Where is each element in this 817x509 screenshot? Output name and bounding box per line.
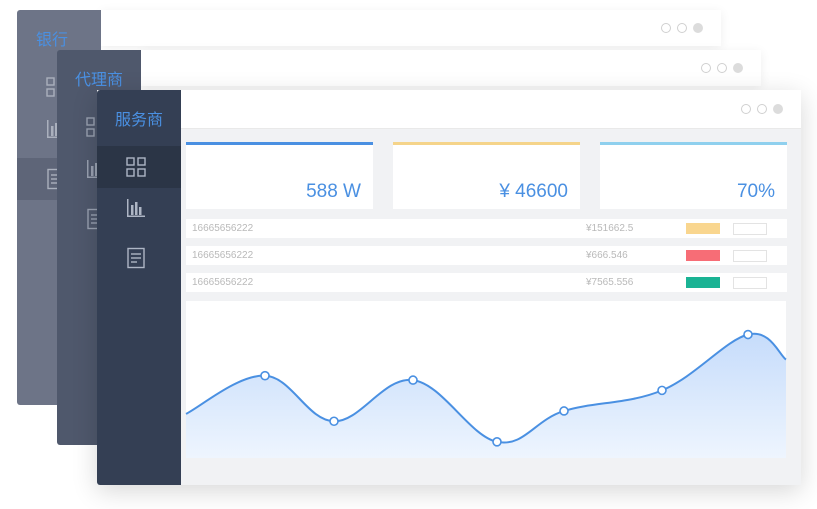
bank-title: 银行 xyxy=(36,32,69,49)
chart-point[interactable] xyxy=(657,385,667,396)
window-controls xyxy=(701,63,743,73)
window-dot[interactable] xyxy=(717,63,727,73)
stat-value: 588 W xyxy=(306,181,361,202)
window-dot[interactable] xyxy=(733,63,743,73)
chart-point[interactable] xyxy=(743,329,753,340)
status-tag xyxy=(686,223,720,234)
status-tag xyxy=(686,250,720,261)
minimize-dot[interactable] xyxy=(741,104,751,114)
agent-window-topbar xyxy=(141,50,761,86)
chart-point[interactable] xyxy=(260,370,270,381)
window-dot[interactable] xyxy=(677,23,687,33)
table-row[interactable]: 16665656222 ¥7565.556 xyxy=(186,273,787,292)
table-row[interactable]: 16665656222 ¥151662.5 xyxy=(186,219,787,238)
phone-cell: 16665656222 xyxy=(192,277,254,288)
stat-card-total: 588 W xyxy=(186,142,373,209)
stat-value: 70% xyxy=(736,181,775,202)
provider-sidebar: 服务商 xyxy=(97,90,181,485)
agent-title: 代理商 xyxy=(75,72,124,89)
chart-point[interactable] xyxy=(492,437,502,447)
phone-cell: 16665656222 xyxy=(192,223,254,234)
window-dot[interactable] xyxy=(693,23,703,33)
action-box[interactable] xyxy=(733,277,767,289)
bank-window-topbar xyxy=(101,10,721,46)
dashboard-icon[interactable] xyxy=(125,156,147,178)
amount-cell: ¥7565.556 xyxy=(586,277,634,288)
bar-chart-icon[interactable] xyxy=(125,197,147,219)
action-box[interactable] xyxy=(733,250,767,262)
phone-cell: 16665656222 xyxy=(192,250,254,261)
amount-cell: ¥151662.5 xyxy=(586,223,634,234)
provider-window-topbar xyxy=(181,90,801,129)
maximize-dot[interactable] xyxy=(757,104,767,114)
chart-point[interactable] xyxy=(408,375,418,385)
status-tag xyxy=(686,277,720,288)
window-dot[interactable] xyxy=(701,63,711,73)
document-icon[interactable] xyxy=(125,247,147,269)
window-controls xyxy=(661,23,703,33)
amount-cell: ¥666.546 xyxy=(586,250,628,261)
stat-card-amount: ¥ 46600 xyxy=(393,142,580,209)
provider-title: 服务商 xyxy=(115,112,164,129)
window-controls xyxy=(741,104,783,114)
close-dot[interactable] xyxy=(773,104,783,114)
chart-area-fill xyxy=(186,333,786,458)
table-row[interactable]: 16665656222 ¥666.546 xyxy=(186,246,787,265)
window-dot[interactable] xyxy=(661,23,671,33)
chart-point[interactable] xyxy=(329,416,339,427)
action-box[interactable] xyxy=(733,223,767,235)
area-chart xyxy=(185,301,787,458)
stat-card-rate: 70% xyxy=(600,142,787,209)
stat-value: ¥ 46600 xyxy=(499,181,568,202)
chart-point[interactable] xyxy=(559,406,569,416)
